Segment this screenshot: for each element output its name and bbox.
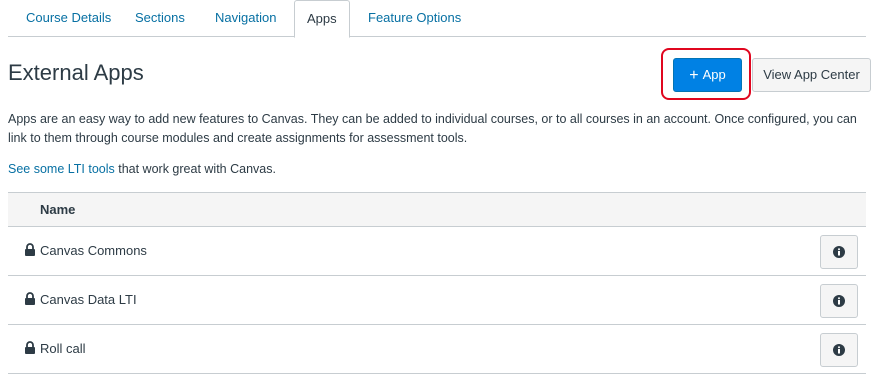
tab-sections[interactable]: Sections — [135, 0, 185, 37]
lti-tools-link[interactable]: See some LTI tools — [8, 162, 115, 176]
view-app-center-button[interactable]: View App Center — [752, 58, 871, 92]
lock-icon — [25, 243, 35, 256]
app-name: Canvas Commons — [40, 243, 147, 258]
lock-icon — [25, 341, 35, 354]
lock-icon — [25, 292, 35, 305]
tab-apps[interactable]: Apps — [294, 0, 350, 38]
page-title: External Apps — [8, 60, 144, 85]
lti-tools-line: See some LTI tools that work great with … — [8, 162, 276, 176]
table-header: Name — [8, 193, 866, 227]
table-row: Canvas Data LTI — [8, 276, 866, 325]
app-name: Roll call — [40, 341, 86, 356]
column-header-name: Name — [40, 202, 76, 217]
add-app-label: App — [702, 67, 726, 82]
tab-course-details[interactable]: Course Details — [26, 0, 111, 37]
info-icon — [833, 344, 845, 356]
tab-navigation[interactable]: Navigation — [215, 0, 276, 37]
lti-tools-trailing-text: that work great with Canvas. — [114, 162, 276, 176]
external-apps-table: Name Canvas Commons Canvas Data LTI Roll… — [8, 192, 866, 374]
app-info-button[interactable] — [820, 235, 858, 269]
add-app-button[interactable]: + App — [673, 58, 742, 92]
app-info-button[interactable] — [820, 284, 858, 318]
table-row: Canvas Commons — [8, 227, 866, 276]
plus-icon: + — [689, 67, 699, 84]
info-icon — [833, 246, 845, 258]
table-row: Roll call — [8, 325, 866, 374]
tab-feature-options[interactable]: Feature Options — [368, 0, 461, 37]
settings-tab-bar: Course Details Sections Navigation Apps … — [8, 0, 866, 38]
apps-description: Apps are an easy way to add new features… — [8, 112, 857, 145]
app-name: Canvas Data LTI — [40, 292, 137, 307]
info-icon — [833, 295, 845, 307]
app-info-button[interactable] — [820, 333, 858, 367]
